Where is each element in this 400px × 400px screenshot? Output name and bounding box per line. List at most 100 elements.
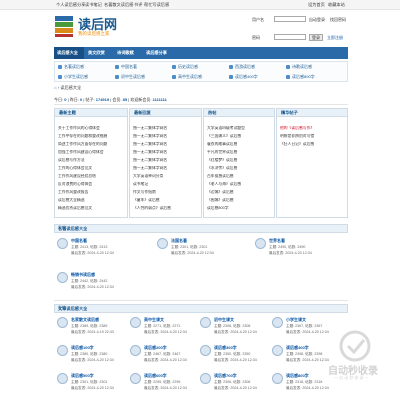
category-link[interactable]: 高中生读后感	[172, 74, 202, 80]
category-link[interactable]: 读后感800字	[286, 74, 315, 80]
nav-item[interactable]: 诗词歌赋	[114, 47, 142, 59]
thread-link[interactable]: 大学英语四级考试题型	[207, 126, 245, 131]
thread-link[interactable]: 《围城》读后感	[207, 198, 234, 203]
category-link[interactable]: 初中生读后感	[115, 74, 145, 80]
password-input[interactable]	[274, 34, 306, 40]
digest-link[interactable]: 他的《读后感写作》	[280, 126, 314, 131]
thread-link[interactable]: 《红楼梦》读后感	[207, 158, 237, 163]
forum-item[interactable]: 读后感500字 主题: 2301, 帖数: 2301 最后发表: 2024-4-…	[57, 373, 132, 395]
thread-link[interactable]: 《水浒传》读后感	[207, 166, 237, 171]
thread-link[interactable]: 独一无二繁体字网名	[133, 150, 167, 155]
thread-link[interactable]: 平凡的世界读后感	[207, 150, 237, 155]
forum-item[interactable]: 畅销书读后感 主题: 2442, 帖数: 2442 最后发表: 2024-4-2…	[57, 272, 132, 294]
forum-name[interactable]: 读后感700字	[214, 373, 237, 379]
forum-name[interactable]: 初中生课文	[214, 317, 234, 323]
thread-link[interactable]: 关于工作作风的心得体会	[58, 126, 100, 131]
forum-item[interactable]: 读后感300字 主题: 2350, 帖数: 2350 最后发表: 2024-4-…	[200, 345, 275, 367]
category-link[interactable]: 中国名著	[115, 64, 137, 70]
thread-link[interactable]: 《边城》读后感	[207, 190, 234, 195]
set-homepage-link[interactable]: 设为首页	[308, 2, 325, 8]
forum-item[interactable]: 高中生课文 主题: 2271, 帖数: 2271 最后发表: 2024-4-20…	[130, 317, 205, 339]
thread-link[interactable]: 独一无二繁体字网名	[133, 142, 167, 147]
digest-link[interactable]: 明辨是非辨别对与错	[280, 134, 314, 139]
thread-link[interactable]: 读书笔记	[133, 182, 148, 187]
forum-name[interactable]: 读后感600字	[144, 373, 167, 379]
breadcrumb-current[interactable]: 读后感大全	[60, 85, 81, 90]
forum-item[interactable]: 读后感700字 主题: 2306, 帖数: 2306 最后发表: 2024-4-…	[200, 373, 275, 395]
thread-link[interactable]: 《童年》读后感	[133, 198, 160, 203]
forum-item[interactable]: 世界名著 主题: 2490, 帖数: 2490 最后发表: 2024-4-20 …	[255, 238, 330, 260]
forum-name[interactable]: 世界名著	[269, 238, 285, 244]
thread-link[interactable]: 独一无二繁体字网名	[133, 166, 167, 171]
thread-link[interactable]: 《人性的弱点》读后感	[133, 206, 171, 211]
forum-item[interactable]: 中国名著 主题: 2413, 帖数: 2413 最后发表: 2024-4-20 …	[57, 238, 132, 260]
new-post-button[interactable]: 发帖	[58, 305, 344, 311]
forum-name[interactable]: 名家散文读后感	[71, 317, 99, 323]
thread-link[interactable]: 读后感大全精选	[58, 198, 85, 203]
thread-link[interactable]: 独一无二繁体字网名	[133, 134, 167, 139]
thread-link[interactable]: 工作作风建设经验总结	[58, 174, 96, 179]
thread-link[interactable]: 简述工作作风方面存在的问题	[58, 142, 107, 147]
thread-link[interactable]: 作文写作指南	[133, 190, 156, 195]
nav-item[interactable]: 读后感分享	[143, 47, 175, 59]
forum-name[interactable]: 法国名著	[171, 238, 187, 244]
thread-link[interactable]: 蓑衣的故事读后感	[207, 142, 237, 147]
thread-link[interactable]: 大学英语单词分类	[133, 174, 163, 179]
category-link[interactable]: 历史读后感	[172, 64, 198, 70]
top-link[interactable]: 个人读后感分享	[56, 2, 85, 8]
thread-link[interactable]: 工作作风整改报告	[58, 190, 88, 195]
category-link[interactable]: 小学生读后感	[58, 74, 88, 80]
category-link[interactable]: 读后感400字	[229, 74, 258, 80]
forum-name[interactable]: 读后感800字	[286, 373, 309, 379]
register-link[interactable]: 立即注册	[327, 35, 343, 41]
thread-link[interactable]: 独一无二繁体字网名	[133, 126, 167, 131]
forum-counts: 主题: 2389, 帖数: 2389	[71, 324, 108, 328]
login-button[interactable]: 登录	[309, 34, 323, 41]
forum-item[interactable]: 读后感200字 主题: 2467, 帖数: 2467 最后发表: 2024-4-…	[130, 345, 205, 367]
forum-name[interactable]: 读后感100字	[71, 345, 94, 351]
thread-link[interactable]: 独一无二繁体字网名	[133, 158, 167, 163]
forum-item[interactable]: 法国名著 主题: 2301, 帖数: 2301 最后发表: 2024-4-20 …	[157, 238, 232, 260]
forum-name[interactable]: 读后感400字	[286, 345, 309, 351]
thread-link[interactable]: 读后感800字	[207, 206, 229, 211]
logo[interactable]: 读后网 我的读后感之家	[54, 13, 149, 39]
thread-link[interactable]: 反对浪费的心得体会	[58, 182, 92, 187]
forum-name[interactable]: 中国名著	[71, 238, 87, 244]
forum-item[interactable]: 名家散文读后感 主题: 2389, 帖数: 2389 最后发表: 2024-4-…	[57, 317, 132, 339]
bookmark-link[interactable]: 收藏本站	[328, 2, 345, 8]
thread-link[interactable]: 精选优秀读后感范文	[58, 206, 92, 211]
thread-link[interactable]: 工作的心得体会范文	[58, 166, 92, 171]
thread-link[interactable]: 《老人与海》读后感	[207, 182, 241, 187]
top-link[interactable]: 帮忙写读后感	[144, 2, 169, 8]
forgot-password-link[interactable]: 找回密码	[330, 17, 346, 23]
new-post-button[interactable]: 发帖	[58, 225, 344, 231]
thread-link[interactable]: 《三国演义》读后感	[207, 134, 241, 139]
forum-name[interactable]: 小学生课文	[286, 317, 306, 323]
forum-item[interactable]: 读后感100字 主题: 2380, 帖数: 2380 最后发表: 2024-4-…	[57, 345, 132, 367]
thread-link[interactable]: 读后感写作方法	[58, 158, 85, 163]
top-link[interactable]: 名著散文读后感	[104, 2, 133, 8]
thread-link[interactable]: 工作中存在的问题和整改措施	[58, 134, 107, 139]
top-link[interactable]: 读书笔记	[85, 2, 102, 8]
forum-name[interactable]: 高中生课文	[144, 317, 164, 323]
remember-checkbox-label[interactable]: 自动登录	[309, 17, 325, 23]
nav-item-home[interactable]: 读后感大全	[54, 47, 84, 59]
forum-name[interactable]: 读后感200字	[144, 345, 167, 351]
digest-link[interactable]: 《狂人日记》读后感	[280, 142, 314, 147]
forum-item[interactable]: 初中生课文 主题: 2308, 帖数: 2308 最后发表: 2024-4-20…	[200, 317, 275, 339]
username-input[interactable]	[274, 16, 306, 22]
forum-stats: 今日: 0 | 昨日: 0 | 帖子: 174919 | 会员: 85 | 欢迎…	[54, 97, 348, 105]
forum-name[interactable]: 读后感500字	[71, 373, 94, 379]
nav-item[interactable]: 美文欣赏	[85, 47, 113, 59]
stats-newest-member[interactable]: 1111111	[153, 97, 167, 102]
thread-link[interactable]: 加强工作作风建设心得体会	[58, 150, 104, 155]
thread-link[interactable]: 百年孤独读后感	[207, 174, 234, 179]
forum-name[interactable]: 读后感300字	[214, 345, 237, 351]
forum-name[interactable]: 畅销书读后感	[71, 272, 95, 278]
forum-counts: 主题: 2318, 帖数: 2318	[286, 380, 323, 384]
category-link[interactable]: 诗歌读后感	[286, 64, 312, 70]
forum-item[interactable]: 读后感600字 主题: 2295, 帖数: 2295 最后发表: 2024-4-…	[130, 373, 205, 395]
category-link[interactable]: 名著读后感	[58, 64, 84, 70]
category-link[interactable]: 西游读后感	[229, 64, 255, 70]
top-link[interactable]: 书评	[134, 2, 142, 8]
